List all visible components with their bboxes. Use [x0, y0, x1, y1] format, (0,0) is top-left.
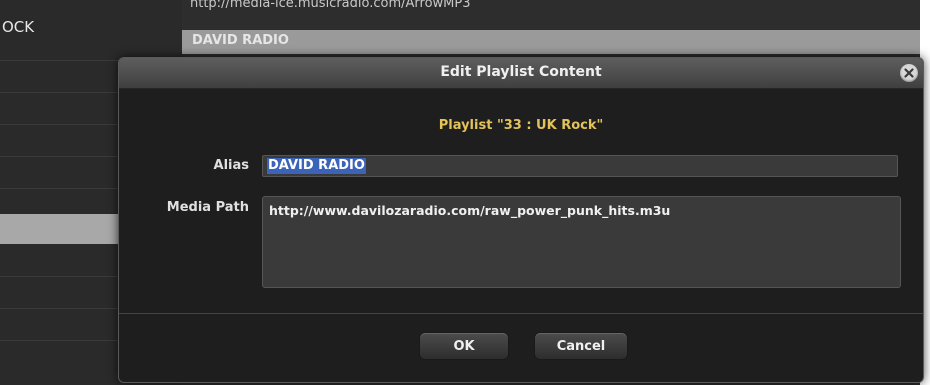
screen: OCK http://media-ice.musicradio.com/Arro… [0, 0, 930, 385]
ok-button[interactable]: OK [419, 332, 509, 360]
media-path-textarea[interactable]: http://www.davilozaradio.com/raw_power_p… [262, 196, 901, 288]
dialog-titlebar[interactable]: Edit Playlist Content [119, 58, 923, 89]
sidebar-title: OCK [2, 18, 35, 36]
media-path-value: http://www.davilozaradio.com/raw_power_p… [269, 203, 671, 218]
media-path-label: Media Path [166, 200, 249, 215]
playlist-heading: Playlist "33 : UK Rock" [438, 118, 604, 133]
close-icon [904, 68, 914, 78]
list-item-selected[interactable]: DAVID RADIO [182, 30, 920, 54]
alias-input-value: DAVID RADIO [267, 158, 366, 174]
alias-input[interactable]: DAVID RADIO [262, 155, 898, 177]
dialog-title: Edit Playlist Content [440, 64, 602, 80]
list-item-label: DAVID RADIO [192, 33, 289, 48]
cancel-button[interactable]: Cancel [534, 332, 628, 360]
stream-url-text[interactable]: http://media-ice.musicradio.com/ArrowMP3 [190, 0, 471, 11]
edit-playlist-dialog: Edit Playlist Content Playlist "33 : UK … [118, 57, 924, 383]
alias-label: Alias [213, 158, 249, 173]
close-button[interactable] [900, 64, 918, 82]
dialog-separator [119, 313, 923, 314]
